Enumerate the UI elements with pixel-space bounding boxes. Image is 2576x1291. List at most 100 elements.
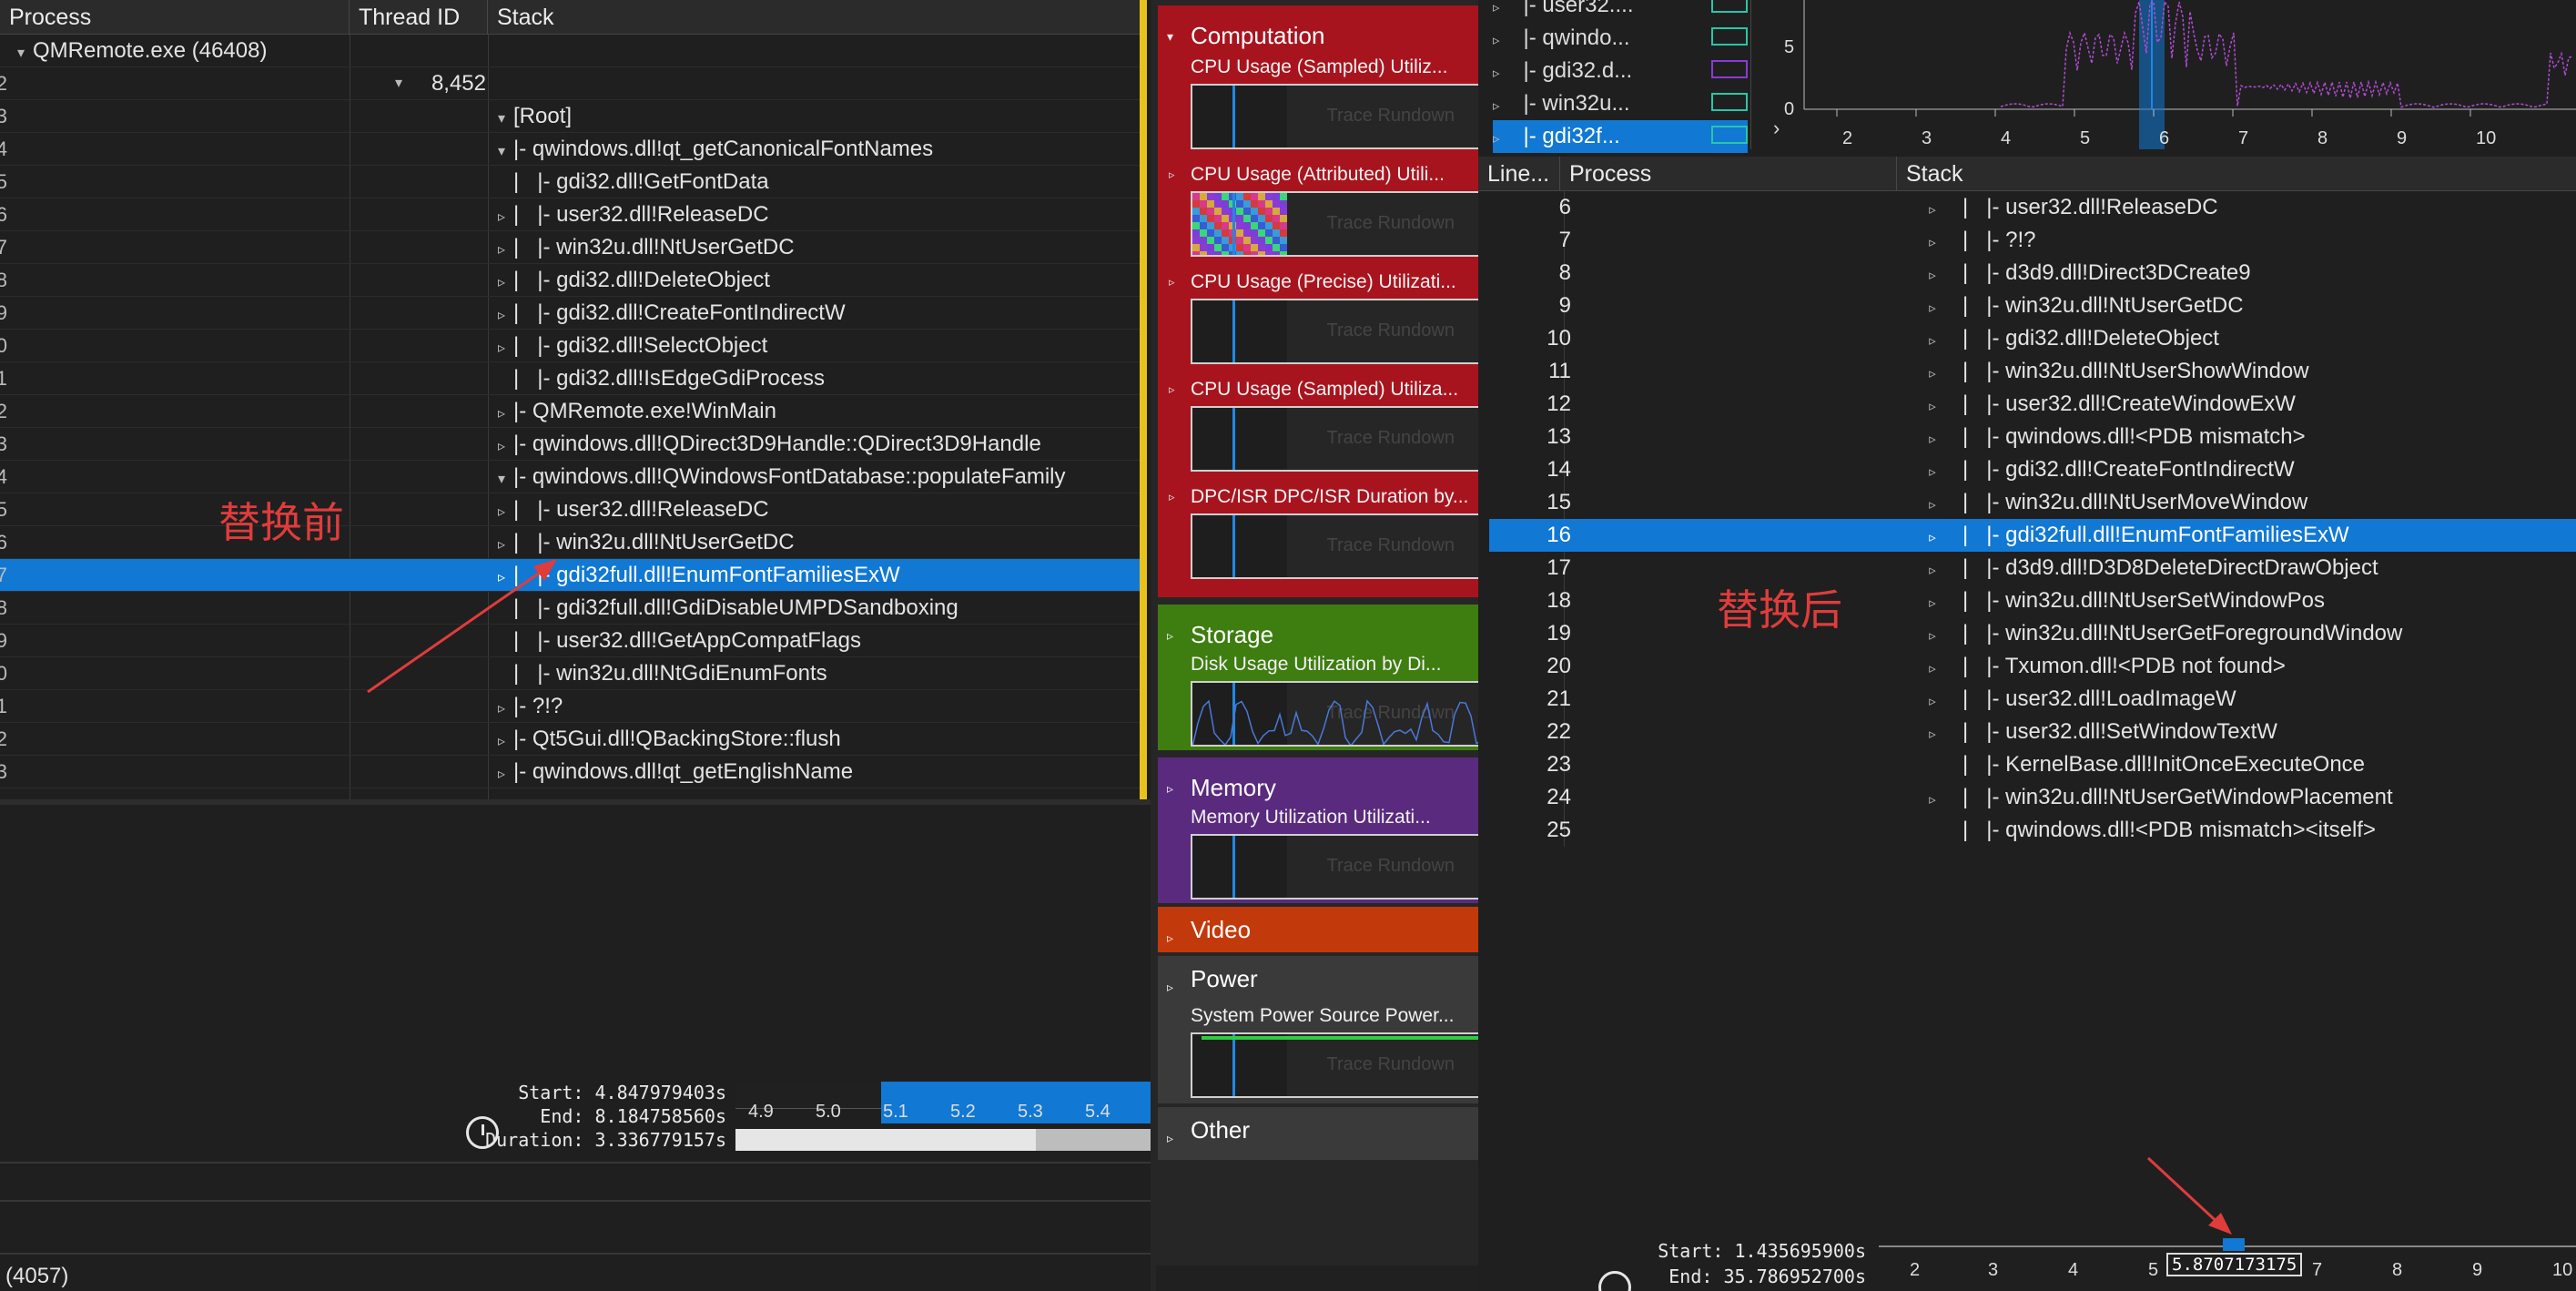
series-list-item[interactable]: ▹ |- gdi32.d... [1493,55,1748,87]
table-row[interactable]: 2 ▹ |- Qt5Gui.dll!QBackingStore::flush [0,723,1143,756]
splitter-highlight[interactable] [1140,0,1147,799]
expand-triangle-icon[interactable]: ▹ [1493,131,1500,147]
graph-thumbnail-item[interactable]: ▹ DPC/ISR DPC/ISR Duration by... Trace Run… [1165,486,1480,586]
category-power[interactable]: ▹ Power System Power Source Power... Trace … [1158,956,1480,1103]
left-time-ruler[interactable]: 4.9 5.0 5.1 5.2 5.3 5.4 [735,1082,1151,1123]
table-row[interactable]: 10 ▹ | |- gdi32.dll!DeleteObject [1489,322,2576,355]
expand-triangle-icon[interactable]: ▹ [1921,522,1944,554]
header-process[interactable]: Process [0,0,350,35]
table-row[interactable]: 22 ▹ | |- user32.dll!SetWindowTextW [1489,716,2576,748]
graph-preview[interactable]: Trace Rundown [1191,191,1480,257]
expand-triangle-icon[interactable]: ▹ [1493,66,1500,81]
table-row[interactable]: 8 ▹ | |- gdi32.dll!DeleteObject [0,264,1143,297]
expand-triangle-icon[interactable]: ▹ [1493,98,1500,114]
graph-thumbnail-item[interactable]: ▹ CPU Usage (Attributed) Utili... Trace Ru… [1165,164,1480,264]
header-thread-id[interactable]: Thread ID [350,0,488,35]
expand-triangle-icon[interactable]: ▹ [490,431,513,463]
graph-thumbnail-item[interactable]: Memory Utilization Utilizati... Trace Run… [1165,807,1480,907]
table-row[interactable]: 19 ▹ | |- win32u.dll!NtUserGetForegroundW… [1489,617,2576,650]
expand-triangle-icon[interactable]: ▹ [1921,686,1944,718]
expand-triangle-icon[interactable]: ▹ [1921,587,1944,620]
ruler-selection[interactable] [2223,1238,2245,1251]
expand-triangle-icon[interactable]: ▹ [1921,292,1944,325]
expand-triangle-icon[interactable]: ▹ [1167,930,1173,946]
table-row[interactable]: 5 ▹ | |- user32.dll!ReleaseDC [0,493,1143,526]
graph-preview[interactable]: Trace Rundown [1191,406,1480,472]
table-row[interactable]: 3 ▹ |- qwindows.dll!QDirect3D9Handle::QDir… [0,428,1143,461]
expand-triangle-icon[interactable]: ▹ [1169,490,1175,504]
expand-triangle-icon[interactable]: ▹ [1921,194,1944,227]
expand-triangle-icon[interactable]: ▹ [490,398,513,431]
expand-triangle-icon[interactable]: ▾ [9,37,33,70]
expand-triangle-icon[interactable]: ▹ [1167,628,1173,644]
expand-triangle-icon[interactable]: ▹ [1921,489,1944,522]
graph-preview[interactable]: Trace Rundown [1191,681,1480,747]
expand-triangle-icon[interactable]: ▾ [395,67,402,100]
series-list-item[interactable]: ▹ |- win32u... [1493,87,1748,120]
table-row[interactable]: 16 ▹ | |- gdi32full.dll!EnumFontFamiliesE… [1489,519,2576,552]
expand-triangle-icon[interactable]: ▹ [490,234,513,267]
table-row[interactable]: 6 ▹ | |- user32.dll!ReleaseDC [1489,191,2576,224]
table-row[interactable]: 25 | |- qwindows.dll!<PDB mismatch><itse… [1489,814,2576,847]
graph-thumbnail-item[interactable]: System Power Source Power... Trace Rundow… [1165,1005,1480,1105]
table-row[interactable]: 14 ▹ | |- gdi32.dll!CreateFontIndirectW [1489,453,2576,486]
table-row[interactable]: 0 ▹ | |- gdi32.dll!SelectObject [0,330,1143,362]
expand-triangle-icon[interactable]: ▹ [490,267,513,300]
expand-triangle-icon[interactable]: ▹ [1921,653,1944,686]
table-row[interactable]: 3 ▹ |- qwindows.dll!qt_getEnglishName [0,756,1143,788]
category-storage[interactable]: ▹ Storage Disk Usage Utilization by Di... T… [1158,605,1480,750]
table-row[interactable]: 7 ▹ | |- ?!? [1489,224,2576,257]
expand-triangle-icon[interactable]: ▹ [1169,382,1175,397]
expand-triangle-icon[interactable]: ▹ [1921,456,1944,489]
expand-triangle-icon[interactable]: ▹ [1169,168,1175,182]
table-row[interactable]: 5 | |- gdi32.dll!GetFontData [0,166,1143,198]
expand-triangle-icon[interactable]: ▹ [1921,554,1944,587]
expand-triangle-icon[interactable]: ▾ [490,136,513,168]
table-row[interactable]: 6 ▹ | |- user32.dll!ReleaseDC [0,198,1143,231]
table-row[interactable]: 9 ▹ | |- gdi32.dll!CreateFontIndirectW [0,297,1143,330]
expand-triangle-icon[interactable]: ▹ [1921,391,1944,423]
expand-triangle-icon[interactable]: ▹ [1921,259,1944,292]
graph-preview[interactable]: Trace Rundown [1191,1032,1480,1098]
table-row[interactable]: 2 ▹ |- QMRemote.exe!WinMain [0,395,1143,428]
table-row[interactable]: 7 ▹ | |- win32u.dll!NtUserGetDC [0,231,1143,264]
graph-thumbnail-item[interactable]: Disk Usage Utilization by Di... Trace Run… [1165,654,1480,754]
table-row[interactable]: 4 ▾ |- qwindows.dll!QWindowsFontDatabase::… [0,461,1143,493]
expand-triangle-icon[interactable]: ▹ [490,758,513,791]
table-row[interactable]: 23 | |- KernelBase.dll!InitOnceExecuteOn… [1489,748,2576,781]
expand-triangle-icon[interactable]: ▹ [1921,227,1944,259]
series-list-item[interactable]: ▹ |- qwindo... [1493,22,1748,55]
table-row[interactable]: 18 ▹ | |- win32u.dll!NtUserSetWindowPos [1489,585,2576,617]
category-other[interactable]: ▹ Other [1158,1107,1480,1160]
category-computation[interactable]: ▾ Computation CPU Usage (Sampled) Utiliz..… [1158,5,1480,597]
expand-triangle-icon[interactable]: ▹ [490,201,513,234]
expand-triangle-icon[interactable]: ▹ [490,300,513,332]
graph-thumbnail-item[interactable]: ▹ CPU Usage (Precise) Utilizati... Trace R… [1165,271,1480,371]
left-timeline-scrollbar[interactable] [735,1129,1151,1151]
expand-triangle-icon[interactable]: ▹ [1921,325,1944,358]
expand-triangle-icon[interactable]: ▹ [1921,784,1944,817]
table-row[interactable]: ▾ QMRemote.exe (46408) [0,35,1143,67]
graph-preview[interactable]: Trace Rundown [1191,513,1480,579]
expand-triangle-icon[interactable]: ▹ [490,332,513,365]
table-row[interactable]: 24 ▹ | |- win32u.dll!NtUserGetWindowPlace… [1489,781,2576,814]
mini-line-chart[interactable]: 5 0 2 3 4 5 6 7 8 9 10 › [1764,0,2576,149]
graph-preview[interactable]: Trace Rundown [1191,834,1480,900]
table-row[interactable]: 13 ▹ | |- qwindows.dll!<PDB mismatch> [1489,421,2576,453]
scroll-thumb[interactable] [1036,1129,1151,1151]
table-row[interactable]: 8 ▹ | |- d3d9.dll!Direct3DCreate9 [1489,257,2576,290]
expand-triangle-icon[interactable]: ▹ [1921,358,1944,391]
expand-triangle-icon[interactable]: ▾ [490,463,513,496]
expand-triangle-icon[interactable]: ▹ [490,496,513,529]
table-row[interactable]: 3 ▾ [Root] [0,100,1143,133]
graph-thumbnail-item[interactable]: CPU Usage (Sampled) Utiliz... Trace Rundo… [1165,56,1480,157]
table-row[interactable]: 20 ▹ | |- Txumon.dll!<PDB not found> [1489,650,2576,683]
expand-triangle-icon[interactable]: ▹ [1493,0,1500,15]
expand-triangle-icon[interactable]: ▹ [1493,33,1500,48]
category-memory[interactable]: ▹ Memory Memory Utilization Utilizati... Tr… [1158,757,1480,903]
expand-triangle-icon[interactable]: ▾ [1167,29,1173,45]
clock-icon[interactable] [466,1116,499,1149]
table-row[interactable]: 9 ▹ | |- win32u.dll!NtUserGetDC [1489,290,2576,322]
expand-triangle-icon[interactable]: ▹ [1167,980,1173,995]
expand-triangle-icon[interactable]: ▾ [490,103,513,136]
